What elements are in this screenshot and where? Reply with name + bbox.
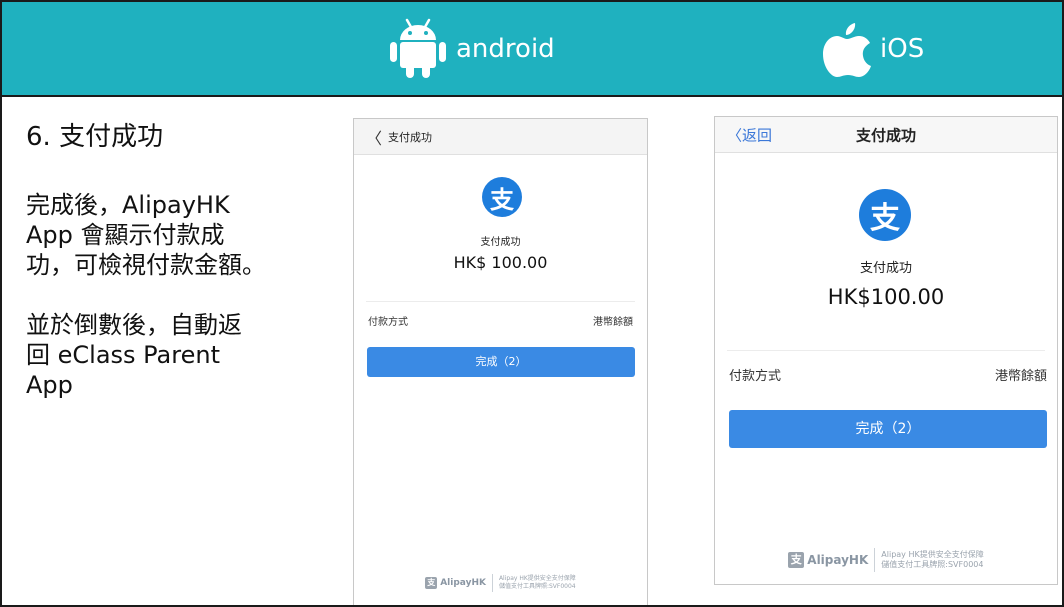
payment-method-value: 港幣餘額: [593, 317, 633, 328]
ios-nav-bar: 〈返回 支付成功: [715, 117, 1057, 153]
alipayhk-brand-text: AlipayHK: [807, 553, 869, 567]
footer-note: Alipay HK提供安全支付保障 儲值支付工具牌照:SVF0004: [881, 550, 983, 571]
instruction-paragraph-1: 完成後，AlipayHK App 會顯示付款成 功，可檢視付款金額。: [26, 191, 266, 279]
payment-method-label: 付款方式: [368, 317, 408, 328]
slide-frame: android iOS 6. 支付成功 完成後，AlipayHK App 會顯示…: [0, 0, 1064, 607]
footer-note-line-2: 儲值支付工具牌照:SVF0004: [881, 560, 984, 569]
android-platform-label: android: [388, 18, 555, 78]
back-chevron-icon[interactable]: 〈: [366, 125, 382, 149]
ios-nav-title: 支付成功: [855, 126, 916, 144]
payment-success-label: 支付成功: [859, 261, 912, 276]
alipayhk-brand: 支 AlipayHK: [788, 552, 868, 568]
alipayhk-brand-text: AlipayHK: [440, 578, 486, 588]
footer-note-line-1: Alipay HK提供安全支付保障: [881, 549, 984, 559]
alipay-logo-icon: 支: [859, 189, 911, 241]
ios-platform-label: iOS: [822, 20, 924, 78]
payment-method-label: 付款方式: [729, 369, 782, 384]
android-label: android: [456, 34, 555, 64]
alipay-mark-icon: 支: [425, 577, 438, 589]
divider: [366, 301, 635, 302]
instruction-paragraph-2: 並於倒數後，自動返 回 eClass Parent App: [26, 311, 242, 399]
android-nav-bar: 〈 支付成功: [354, 119, 647, 155]
payment-method-value: 港幣餘額: [994, 369, 1047, 384]
apple-icon: [823, 23, 871, 77]
alipay-logo-icon: 支: [482, 177, 522, 217]
alipay-logo-glyph: 支: [870, 201, 900, 236]
ios-screenshot: 〈返回 支付成功 支 支付成功 HK$100.00 付款方式 港幣餘額 完成（2…: [714, 116, 1058, 585]
alipay-footer: 支 AlipayHK Alipay HK提供安全支付保障 儲值支付工具牌照:SV…: [354, 574, 647, 592]
footer-separator: [874, 548, 876, 572]
alipay-footer: 支 AlipayHK Alipay HK提供安全支付保障 儲值支付工具牌照:SV…: [715, 548, 1057, 572]
done-button[interactable]: 完成（2）: [729, 410, 1047, 448]
alipay-logo-glyph: 支: [490, 185, 514, 214]
instructions-panel: 6. 支付成功 完成後，AlipayHK App 會顯示付款成 功，可檢視付款金…: [26, 120, 326, 430]
android-icon: [390, 18, 446, 78]
footer-note: Alipay HK提供安全支付保障 儲值支付工具牌照:SVF0004: [499, 575, 576, 591]
step-title: 6. 支付成功: [26, 122, 164, 152]
android-nav-title: 支付成功: [388, 130, 432, 144]
divider: [727, 350, 1045, 351]
footer-separator: [491, 574, 493, 592]
alipay-mark-icon: 支: [788, 552, 805, 568]
platform-header: android iOS: [2, 2, 1062, 97]
done-button[interactable]: 完成（2）: [367, 347, 635, 377]
footer-note-line-1: Alipay HK提供安全支付保障: [498, 575, 576, 583]
footer-note-line-2: 儲值支付工具牌照:SVF0004: [498, 583, 576, 590]
android-screenshot: 〈 支付成功 支 支付成功 HK$ 100.00 付款方式 港幣餘額 完成（2）…: [353, 118, 648, 605]
payment-amount: HK$100.00: [827, 285, 945, 309]
ios-label: iOS: [880, 34, 925, 64]
alipayhk-brand: 支 AlipayHK: [425, 577, 486, 589]
payment-amount: HK$ 100.00: [453, 253, 548, 272]
payment-success-label: 支付成功: [480, 237, 521, 248]
